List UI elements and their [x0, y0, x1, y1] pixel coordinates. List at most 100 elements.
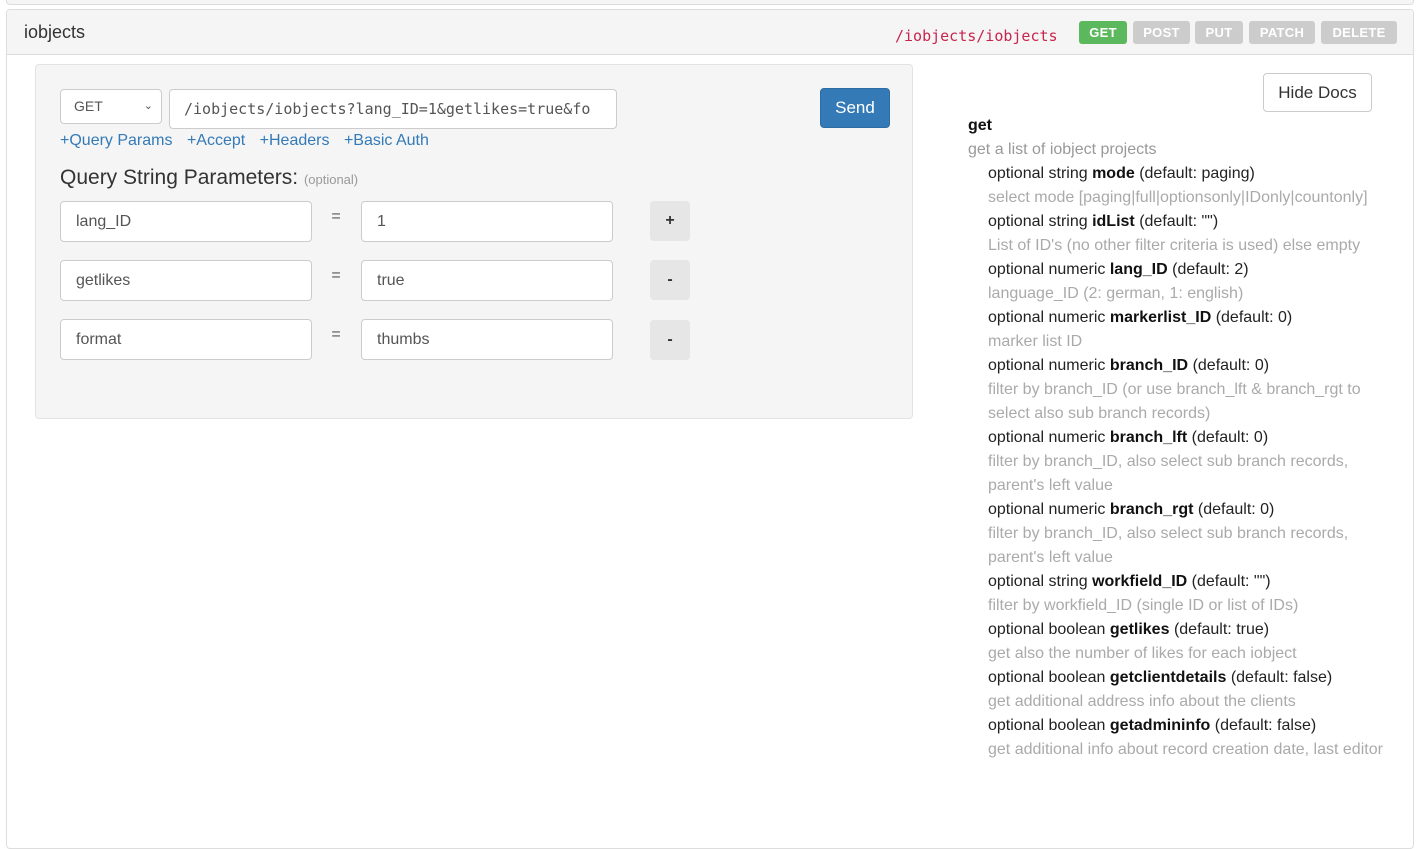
doc-param-default: (default: 0) [1215, 309, 1293, 326]
doc-param-type: optional numeric [988, 501, 1106, 518]
doc-param-signature: optional numeric lang_ID (default: 2) [988, 258, 1388, 282]
query-string-title-text: Query String Parameters: [60, 166, 299, 189]
doc-param-list: optional string mode (default: paging) se… [968, 162, 1388, 762]
doc-param-default: (default: "") [1191, 573, 1271, 590]
method-select[interactable]: GET ⌄ [60, 89, 162, 124]
url-input[interactable]: /iobjects/iobjects?lang_ID=1&getlikes=tr… [169, 89, 617, 129]
top-panel-edge [6, 0, 1414, 5]
doc-param-description: get additional address info about the cl… [988, 693, 1296, 710]
doc-param-description: language_ID (2: german, 1: english) [988, 285, 1244, 302]
panel-heading: iobjects /iobjects/iobjects GET POST PUT… [7, 10, 1413, 55]
param-key-input[interactable]: getlikes [60, 260, 312, 301]
doc-param: optional string mode (default: paging) se… [968, 162, 1388, 210]
method-put-badge[interactable]: PUT [1195, 21, 1243, 44]
doc-param: optional boolean getlikes (default: true… [968, 618, 1388, 666]
doc-param-description: filter by branch_ID (or use branch_lft &… [988, 381, 1361, 422]
doc-param-signature: optional boolean getclientdetails (defau… [988, 666, 1388, 690]
panel-title: iobjects [24, 22, 86, 42]
param-value-input[interactable]: thumbs [361, 319, 613, 360]
doc-param: optional numeric markerlist_ID (default:… [968, 306, 1388, 354]
param-value-input[interactable]: true [361, 260, 613, 301]
param-key-input[interactable]: format [60, 319, 312, 360]
send-button[interactable]: Send [820, 88, 890, 128]
doc-param-signature: optional boolean getadmininfo (default: … [988, 714, 1388, 738]
doc-param: optional numeric branch_ID (default: 0) f… [968, 354, 1388, 426]
doc-param-name: branch_lft [1109, 429, 1188, 446]
route-path: /iobjects/iobjects [895, 27, 1058, 45]
operation-description: get a list of iobject projects [968, 141, 1157, 158]
api-docs: get get a list of iobject projects optio… [968, 114, 1388, 762]
doc-param-name: getclientdetails [1109, 669, 1227, 686]
doc-param-type: optional string [988, 573, 1088, 590]
doc-param-description: filter by workfield_ID (single ID or lis… [988, 597, 1299, 614]
equals-sign: = [331, 208, 341, 225]
doc-param-description: filter by branch_ID, also select sub bra… [988, 453, 1349, 494]
doc-param-description: filter by branch_ID, also select sub bra… [988, 525, 1349, 566]
query-string-title: Query String Parameters: (optional) [60, 166, 358, 190]
doc-param: optional boolean getclientdetails (defau… [968, 666, 1388, 714]
remove-param-button[interactable]: - [650, 320, 690, 360]
doc-param-type: optional string [988, 165, 1088, 182]
param-key-input[interactable]: lang_ID [60, 201, 312, 242]
doc-param-type: optional boolean [988, 621, 1106, 638]
doc-param-type: optional string [988, 213, 1088, 230]
hide-docs-button[interactable]: Hide Docs [1263, 73, 1372, 112]
doc-param: optional numeric branch_rgt (default: 0)… [968, 498, 1388, 570]
doc-param-name: markerlist_ID [1109, 309, 1212, 326]
doc-param-default: (default: 0) [1191, 429, 1269, 446]
doc-param-default: (default: 0) [1197, 501, 1275, 518]
add-accept-link[interactable]: +Accept [187, 132, 245, 149]
doc-param-signature: optional numeric markerlist_ID (default:… [988, 306, 1388, 330]
doc-param-description: List of ID's (no other filter criteria i… [988, 237, 1361, 254]
doc-param-default: (default: 2) [1172, 261, 1249, 278]
doc-param: optional string idList (default: "") List… [968, 210, 1388, 258]
doc-param-signature: optional string workfield_ID (default: "… [988, 570, 1388, 594]
doc-param-description: get also the number of likes for each io… [988, 645, 1297, 662]
doc-param: optional numeric branch_lft (default: 0)… [968, 426, 1388, 498]
method-patch-badge[interactable]: PATCH [1249, 21, 1315, 44]
doc-param: optional boolean getadmininfo (default: … [968, 714, 1388, 762]
method-get-badge[interactable]: GET [1079, 21, 1127, 44]
doc-param-type: optional numeric [988, 429, 1106, 446]
doc-param-default: (default: paging) [1139, 165, 1255, 182]
doc-param-name: workfield_ID [1092, 573, 1188, 590]
doc-param-description: marker list ID [988, 333, 1083, 350]
doc-param-name: lang_ID [1109, 261, 1168, 278]
doc-param-signature: optional string mode (default: paging) [988, 162, 1388, 186]
param-value-input[interactable]: 1 [361, 201, 613, 242]
doc-param-name: getlikes [1109, 621, 1170, 638]
doc-param-default: (default: true) [1173, 621, 1270, 638]
doc-param-signature: optional numeric branch_lft (default: 0) [988, 426, 1388, 450]
doc-param-name: idList [1092, 213, 1135, 230]
doc-param-default: (default: false) [1230, 669, 1333, 686]
method-post-badge[interactable]: POST [1133, 21, 1190, 44]
operation-name: get [968, 117, 992, 134]
chevron-down-icon: ⌄ [143, 100, 153, 112]
doc-param-name: getadmininfo [1109, 717, 1211, 734]
doc-param-signature: optional boolean getlikes (default: true… [988, 618, 1388, 642]
doc-param-signature: optional numeric branch_ID (default: 0) [988, 354, 1388, 378]
doc-param-default: (default: "") [1139, 213, 1219, 230]
method-delete-badge[interactable]: DELETE [1321, 21, 1397, 44]
remove-param-button[interactable]: - [650, 260, 690, 300]
doc-param-default: (default: 0) [1192, 357, 1270, 374]
doc-param: optional numeric lang_ID (default: 2) lan… [968, 258, 1388, 306]
doc-param-description: select mode [paging|full|optionsonly|IDo… [988, 189, 1368, 206]
doc-param-signature: optional numeric branch_rgt (default: 0) [988, 498, 1388, 522]
doc-param-signature: optional string idList (default: "") [988, 210, 1388, 234]
add-headers-link[interactable]: +Headers [260, 132, 330, 149]
equals-sign: = [331, 326, 341, 343]
doc-param-name: branch_rgt [1109, 501, 1194, 518]
doc-param-type: optional numeric [988, 357, 1106, 374]
doc-param-type: optional boolean [988, 669, 1106, 686]
doc-param-type: optional numeric [988, 309, 1106, 326]
doc-param-type: optional numeric [988, 261, 1106, 278]
request-options-links: +Query Params +Accept +Headers +Basic Au… [60, 132, 439, 150]
optional-note: (optional) [303, 172, 359, 187]
add-query-params-link[interactable]: +Query Params [60, 132, 172, 149]
doc-param: optional string workfield_ID (default: "… [968, 570, 1388, 618]
add-basic-auth-link[interactable]: +Basic Auth [344, 132, 429, 149]
equals-sign: = [331, 267, 341, 284]
add-param-button[interactable]: + [650, 201, 690, 241]
doc-param-description: get additional info about record creatio… [988, 741, 1383, 758]
